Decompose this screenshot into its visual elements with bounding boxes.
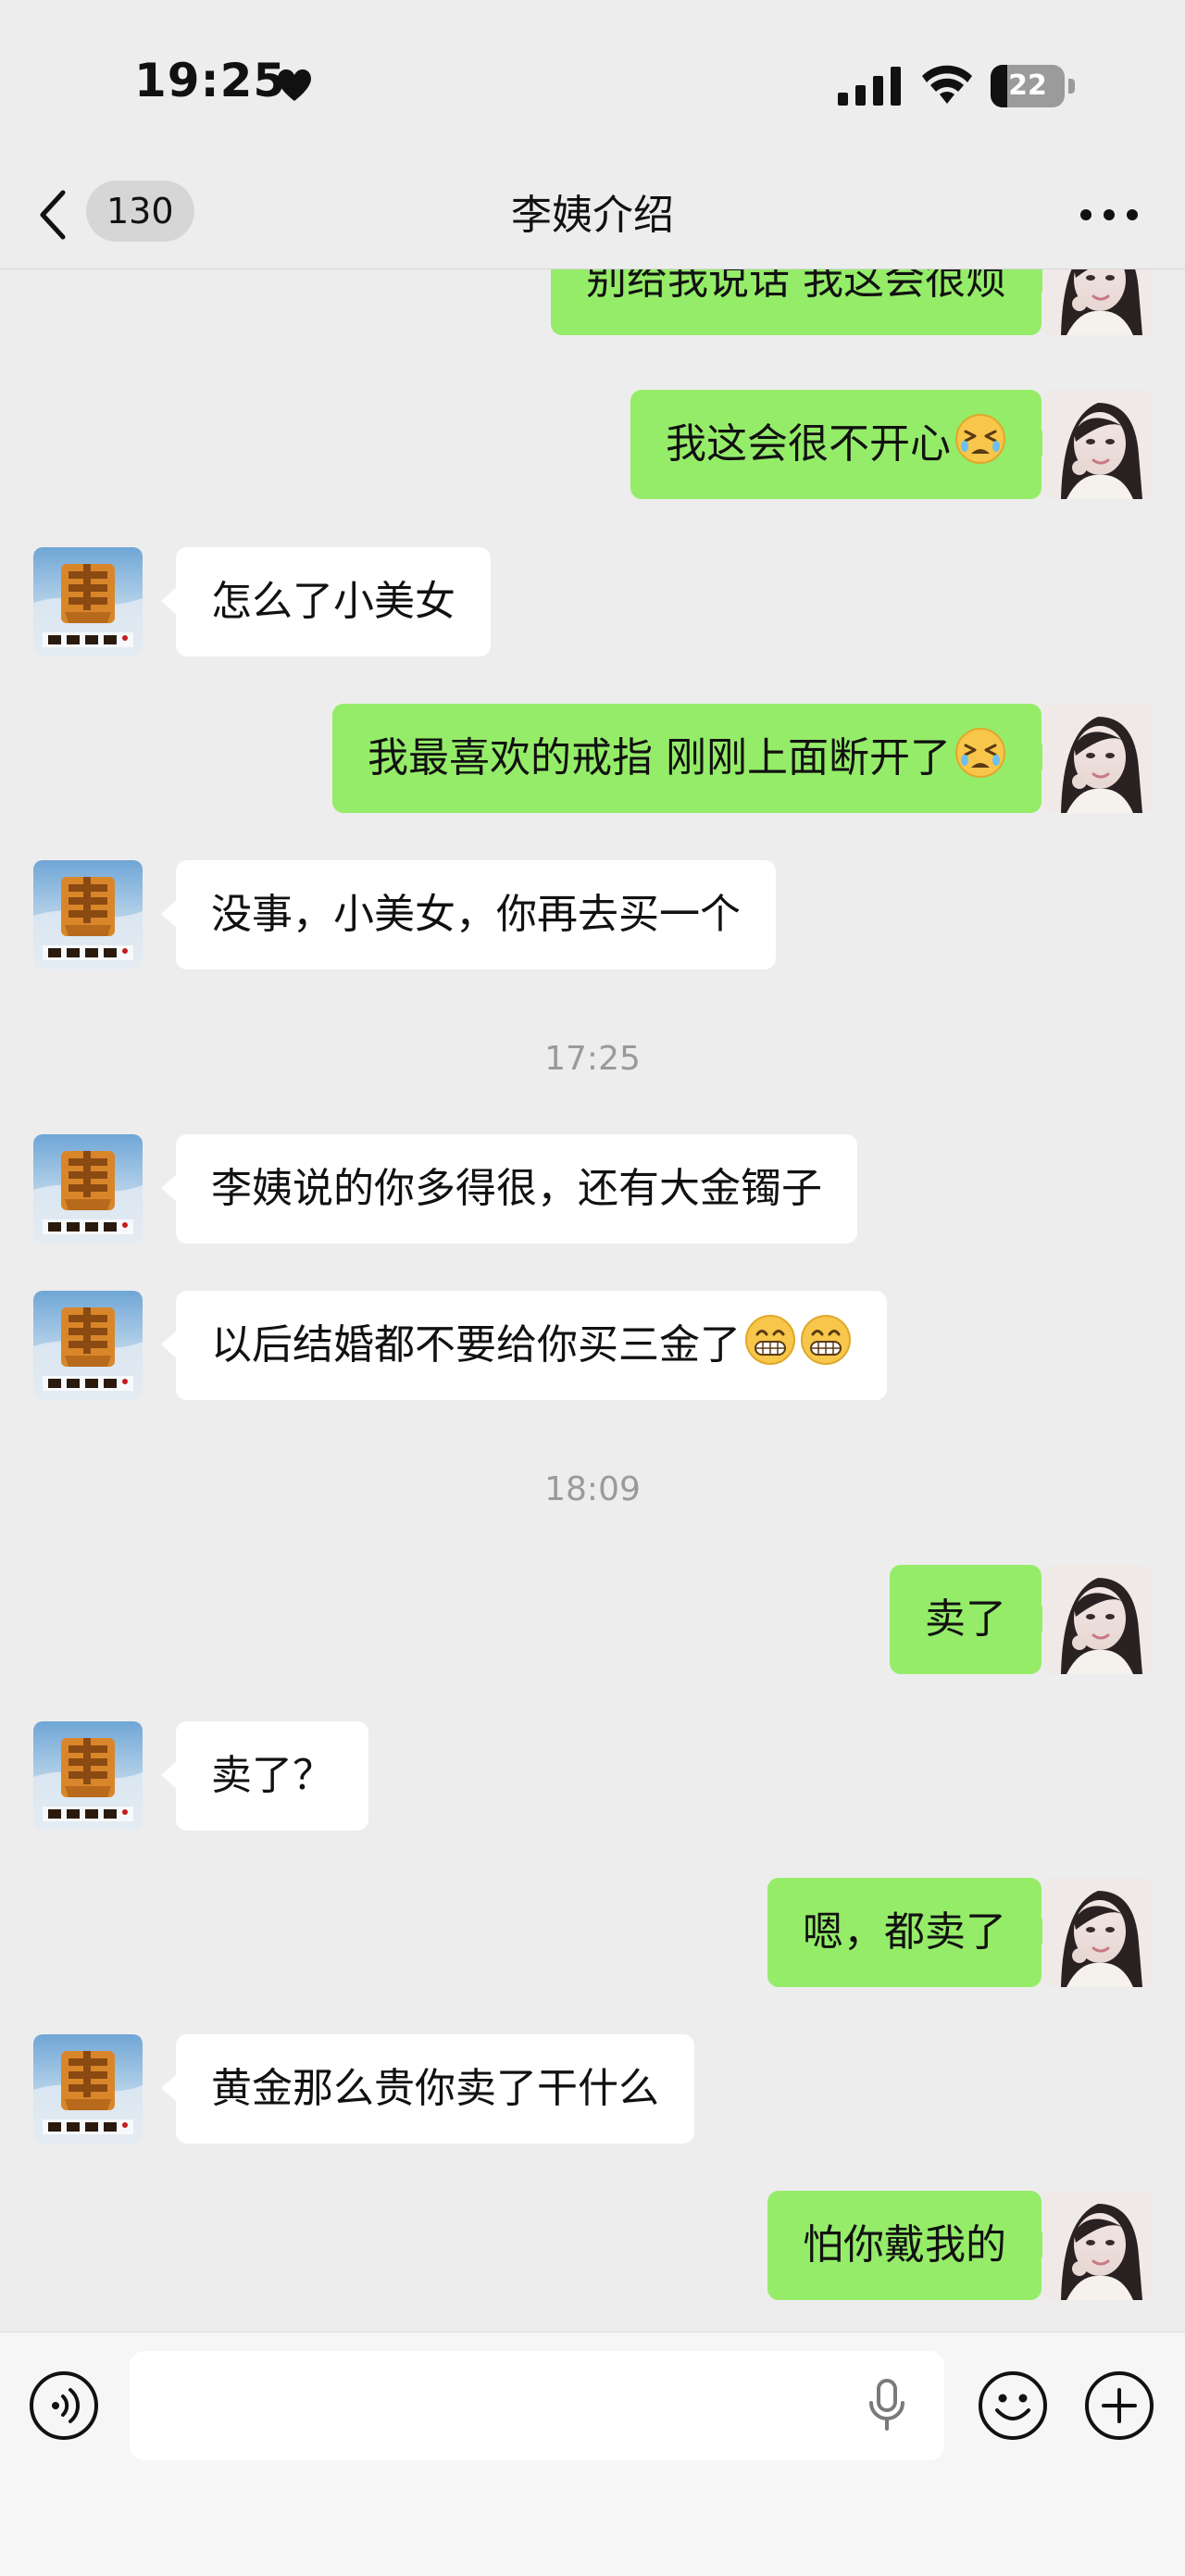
contact-avatar[interactable] xyxy=(33,2034,143,2144)
timestamp: 18:09 xyxy=(544,1470,641,1508)
chat-input-bar xyxy=(0,2332,1185,2576)
message-text: 以后结婚都不要给你买三金了 xyxy=(211,1321,741,1369)
contact-message-bubble[interactable]: 李姨说的你多得很，还有大金镯子 xyxy=(161,1134,857,1244)
message-text: 卖了？ xyxy=(211,1752,333,1799)
grinning-face-emoji xyxy=(744,1314,796,1366)
grinning-face-emoji xyxy=(800,1314,852,1366)
message-text: 嗯，都卖了 xyxy=(803,1908,1006,1956)
chat-message-list[interactable]: 别给我说话 我这会很烦 我这会很不开心 怎么了小美女 我最喜欢的戒指 刚刚上面断… xyxy=(0,269,1185,2332)
signal-icon xyxy=(838,67,901,106)
my-message-bubble[interactable]: 怕你戴我的 xyxy=(767,2191,1056,2300)
message-input[interactable] xyxy=(130,2351,944,2460)
my-avatar[interactable] xyxy=(1042,390,1152,499)
chat-title: 李姨介绍 xyxy=(511,192,674,239)
contact-message-bubble[interactable]: 以后结婚都不要给你买三金了 xyxy=(161,1291,887,1400)
contact-avatar[interactable] xyxy=(33,860,143,969)
chat-header: 130 李姨介绍 xyxy=(0,167,1185,269)
battery-icon: 22 xyxy=(991,65,1076,107)
microphone-icon[interactable] xyxy=(866,2377,908,2434)
my-message-bubble[interactable]: 我这会很不开心 xyxy=(630,390,1056,499)
contact-message-bubble[interactable]: 黄金那么贵你卖了干什么 xyxy=(161,2034,694,2144)
tired-face-emoji xyxy=(954,727,1006,779)
contact-message-bubble[interactable]: 怎么了小美女 xyxy=(161,547,491,657)
contact-avatar[interactable] xyxy=(33,1134,143,1244)
tired-face-emoji xyxy=(954,413,1006,465)
message-text: 没事，小美女，你再去买一个 xyxy=(211,891,741,938)
battery-level-text: 22 xyxy=(1008,69,1047,102)
message-text: 别给我说话 我这会很烦 xyxy=(586,269,1006,304)
my-avatar[interactable] xyxy=(1042,2191,1152,2300)
status-bar: 19:25 22 xyxy=(0,0,1185,167)
heart-icon xyxy=(278,69,311,101)
status-time: 19:25 xyxy=(134,54,287,107)
my-avatar[interactable] xyxy=(1042,1565,1152,1674)
message-text: 我最喜欢的戒指 刚刚上面断开了 xyxy=(368,734,951,782)
more-icon[interactable] xyxy=(1079,204,1140,226)
my-avatar[interactable] xyxy=(1042,704,1152,813)
message-text: 我这会很不开心 xyxy=(666,420,951,468)
message-text: 黄金那么贵你卖了干什么 xyxy=(211,2065,659,2112)
my-avatar[interactable] xyxy=(1042,1878,1152,1987)
my-avatar[interactable] xyxy=(1042,269,1152,335)
contact-avatar[interactable] xyxy=(33,1291,143,1400)
message-text: 怕你戴我的 xyxy=(803,2221,1006,2269)
my-message-bubble[interactable]: 嗯，都卖了 xyxy=(767,1878,1056,1987)
plus-icon[interactable] xyxy=(1083,2370,1155,2442)
emoji-icon[interactable] xyxy=(977,2370,1049,2442)
wifi-icon xyxy=(922,65,972,104)
my-message-bubble[interactable]: 卖了 xyxy=(890,1565,1056,1674)
my-message-bubble[interactable]: 别给我说话 我这会很烦 xyxy=(551,269,1056,335)
message-text: 李姨说的你多得很，还有大金镯子 xyxy=(211,1165,822,1212)
contact-avatar[interactable] xyxy=(33,547,143,657)
timestamp: 17:25 xyxy=(544,1040,641,1078)
contact-message-bubble[interactable]: 卖了？ xyxy=(161,1721,368,1831)
message-text: 怎么了小美女 xyxy=(211,578,455,625)
voice-icon[interactable] xyxy=(28,2370,100,2442)
message-text: 卖了 xyxy=(925,1595,1006,1643)
contact-message-bubble[interactable]: 没事，小美女，你再去买一个 xyxy=(161,860,776,969)
my-message-bubble[interactable]: 我最喜欢的戒指 刚刚上面断开了 xyxy=(332,704,1056,813)
contact-avatar[interactable] xyxy=(33,1721,143,1831)
